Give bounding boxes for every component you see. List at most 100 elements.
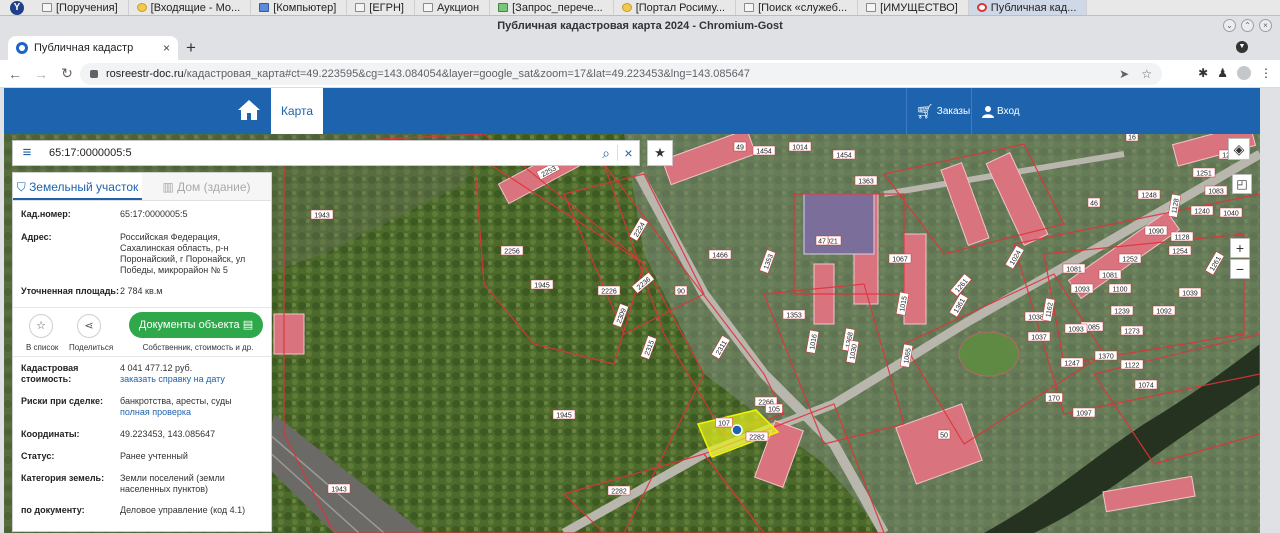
land-icon: ⛉ (16, 180, 30, 194)
browser-tab-active[interactable]: Публичная кадастр × (8, 36, 178, 60)
parcel-label-group: 1943 (327, 483, 351, 494)
extensions-area: ✱ ♟ ⋮ (1198, 66, 1272, 80)
taskbar-item-property[interactable]: [ИМУЩЕСТВО] (858, 0, 969, 15)
clear-search-icon[interactable]: × (617, 145, 639, 161)
taskbar-item-portal[interactable]: [Портал Росиму... (614, 0, 737, 15)
tab-land-plot[interactable]: ⛉ Земельный участок (13, 173, 142, 200)
folder-icon (866, 3, 877, 12)
tab-strip: Публичная кадастр × + ▼ (0, 36, 1280, 60)
parcel-label-group: 107 (715, 417, 733, 428)
favorites-star-icon[interactable]: ★ (647, 140, 673, 166)
hamburger-menu-icon[interactable]: ≡ (13, 141, 41, 165)
profile-avatar[interactable] (1237, 66, 1251, 80)
site-info-icon[interactable] (90, 70, 98, 78)
parcel-label-group: 90 (674, 285, 688, 296)
cadnum-link[interactable]: 65:17:0000005:5 (120, 209, 263, 220)
parcel-label-group: 1247 (1060, 357, 1084, 368)
parcel-label-group: 1122 (1120, 359, 1144, 370)
parcel-number-label: 1363 (858, 179, 874, 186)
taskbar-item-computer[interactable]: [Компьютер] (251, 0, 348, 15)
row-area: Уточненная площадь: 2 784 кв.м (21, 286, 163, 296)
parcel-label-group: 1248 (1137, 189, 1161, 200)
computer-icon (259, 3, 270, 12)
parcel-number-label: 1097 (1076, 411, 1092, 418)
kebab-menu-icon[interactable]: ⋮ (1260, 66, 1272, 80)
window-title: Публичная кадастровая карта 2024 - Chrom… (0, 16, 1280, 36)
login-button[interactable]: Вход (982, 88, 1020, 134)
order-certificate-link[interactable]: заказать справку на дату (120, 374, 225, 384)
window-controls: ⌄ ⌃ × (1223, 19, 1272, 32)
tab-search-icon[interactable]: ▼ (1236, 41, 1248, 53)
object-documents-button[interactable]: Документы объекта ▤ (129, 312, 263, 338)
chromium-icon (976, 3, 987, 12)
full-check-link[interactable]: полная проверка (120, 407, 191, 417)
parcel-label-group: 1945 (552, 409, 576, 420)
parcel-label-group: 1067 (888, 253, 912, 264)
parcel-label-group: 2226 (597, 285, 621, 296)
panel-actions: ☆ В список ⋖ Поделиться Документы объект… (13, 307, 271, 357)
taskbar-item-search[interactable]: [Поиск «служеб... (736, 0, 859, 15)
minimize-icon[interactable]: ⌄ (1223, 19, 1236, 32)
search-icon[interactable]: ⌕ (595, 145, 617, 162)
user-icon (982, 105, 994, 118)
taskbar-item-cadastral-map[interactable]: Публичная кад... (968, 0, 1088, 15)
taskbar-item-auction[interactable]: Аукцион (415, 0, 491, 15)
fullscreen-icon[interactable]: ◰ (1232, 174, 1252, 194)
tab-building[interactable]: ▥ Дом (здание) (142, 173, 271, 200)
parcel-number-label: 1943 (314, 213, 330, 220)
maximize-icon[interactable]: ⌃ (1241, 19, 1254, 32)
share-icon[interactable]: ⋖ (77, 314, 101, 338)
browser-icon (621, 3, 632, 12)
parcel-number-label: 1945 (556, 413, 572, 420)
new-tab-button[interactable]: + (186, 38, 196, 58)
parcel-label-group: 1240 (1190, 205, 1214, 216)
forward-icon[interactable]: → (30, 66, 52, 82)
parcel-number-label: 1240 (1194, 209, 1210, 216)
zoom-out-button[interactable]: − (1230, 259, 1250, 279)
web-page: Карта 🛒︎ Заказы Вход 2253 2256 1945 1943… (4, 88, 1260, 533)
parcel-label-group: 1251 (1192, 167, 1216, 178)
parcel-label-group: 1943 (310, 209, 334, 220)
taskbar-item-request[interactable]: [Запрос_перече... (490, 0, 614, 15)
parcel-number-label: 1122 (1124, 363, 1139, 370)
url-host: rosreestr-doc.ru (106, 68, 184, 80)
start-button[interactable]: Y (0, 0, 34, 15)
parcel-number-label: 2282 (749, 435, 765, 442)
add-to-list-star-icon[interactable]: ☆ (29, 314, 53, 338)
folder-icon (42, 3, 52, 12)
address-bar[interactable]: rosreestr-doc.ru/кадастровая_карта#ct=49… (80, 63, 1162, 85)
parcel-number-label: 1945 (534, 283, 550, 290)
parcel-number-label: 1466 (712, 253, 728, 260)
close-icon[interactable]: × (1259, 19, 1272, 32)
back-icon[interactable]: ← (4, 66, 26, 82)
row-coords: Координаты: 49.223453, 143.085647 (21, 429, 216, 439)
parcel-number-label: 1067 (892, 257, 908, 264)
location-marker-icon[interactable] (731, 424, 743, 436)
document-icon: ▤ (242, 319, 254, 331)
taskbar-item-egrn[interactable]: [ЕГРН] (347, 0, 415, 15)
flask-icon[interactable]: ♟ (1217, 66, 1228, 80)
parcel-label-group: 1239 (1110, 305, 1134, 316)
taskbar-item-inbox[interactable]: [Входящие - Мо... (129, 0, 252, 15)
row-permitted-use: по документу: Деловое управление (код 4.… (21, 505, 246, 515)
reload-icon[interactable]: ↻ (56, 65, 78, 82)
satellite-map[interactable]: 2253 2256 1945 1943 1945 2266 2282 1943 2282 1466… (4, 134, 1260, 533)
search-input[interactable]: 65:17:0000005:5 (41, 147, 595, 159)
send-icon[interactable]: ➤ (1119, 67, 1129, 81)
parcel-number-label: 1039 (1182, 291, 1198, 298)
parcel-number-label: 1251 (1196, 171, 1212, 178)
home-icon[interactable] (236, 98, 262, 122)
taskbar-item-poruchenia[interactable]: [Поручения] (34, 0, 129, 15)
orders-button[interactable]: 🛒︎ Заказы (916, 88, 970, 134)
parcel-number-label: 1100 (1112, 287, 1127, 294)
parcel-label-group: 1273 (1120, 325, 1144, 336)
extensions-icon[interactable]: ✱ (1198, 66, 1208, 80)
zoom-in-button[interactable]: + (1230, 238, 1250, 258)
parcel-label-group: 1252 (1118, 253, 1142, 264)
tab-close-icon[interactable]: × (163, 41, 170, 55)
tab-map[interactable]: Карта (271, 88, 323, 134)
parcel-number-label: 1074 (1138, 383, 1154, 390)
bookmark-star-icon[interactable]: ☆ (1141, 67, 1152, 81)
row-status: Статус: Ранее учтенный (21, 451, 188, 461)
layers-icon[interactable]: ◈ (1228, 138, 1250, 160)
